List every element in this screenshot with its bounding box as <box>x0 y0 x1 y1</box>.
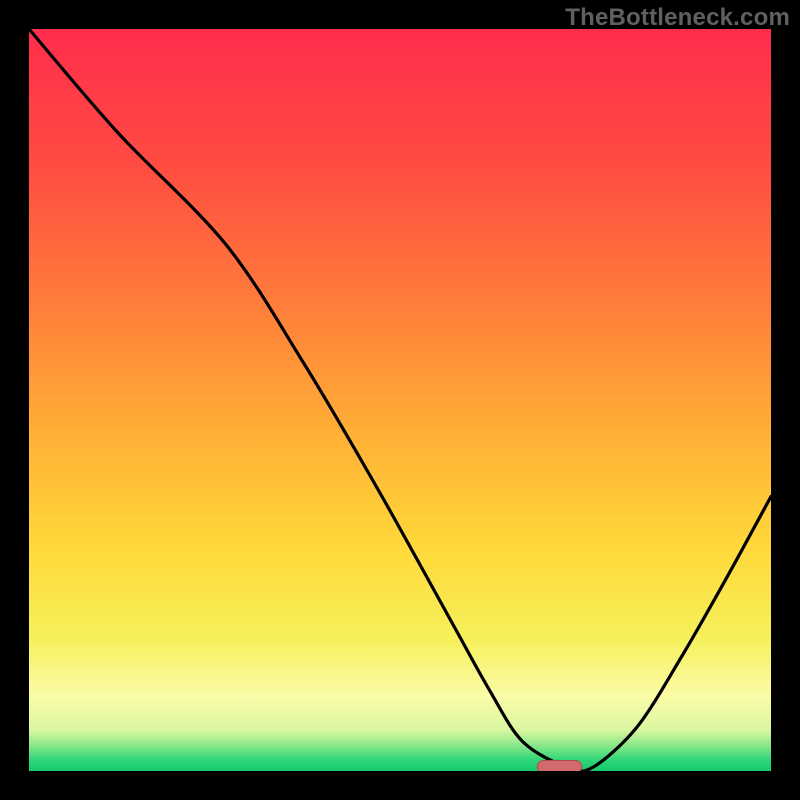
watermark-text: TheBottleneck.com <box>565 4 790 32</box>
optimal-marker <box>537 761 582 773</box>
plot-background <box>29 29 771 771</box>
chart-root: TheBottleneck.com <box>0 0 800 800</box>
bottleneck-plot <box>0 0 800 800</box>
